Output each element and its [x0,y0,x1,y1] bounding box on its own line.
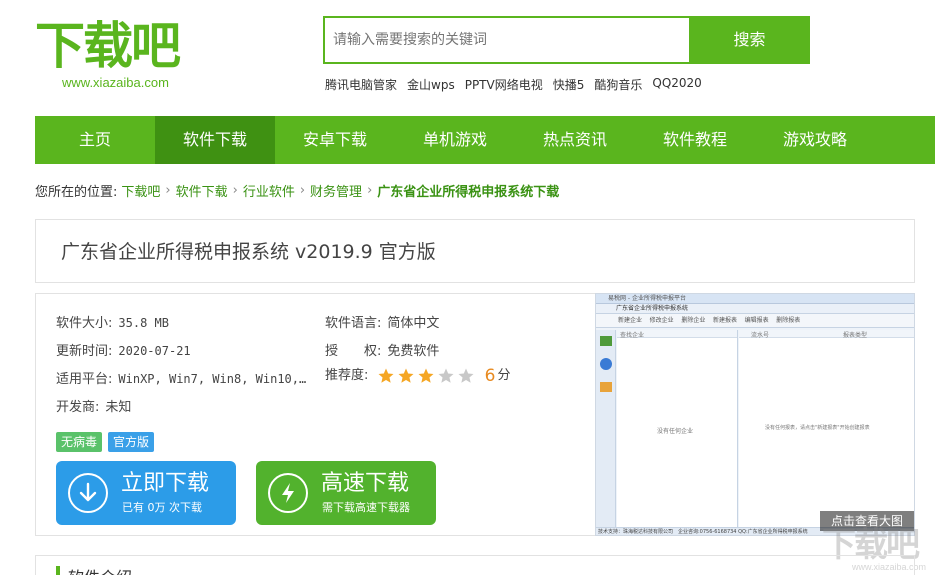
info-language: 软件语言: 简体中文 [325,312,585,331]
software-screenshot[interactable]: 易税网 - 企业所得税申报平台 广东省企业所得税申报系统 新建企业 修改企业 删… [595,293,915,536]
download-now-label: 立即下载 [121,471,210,496]
rating-stars [377,367,475,385]
download-count: 已有 0万 次下载 [122,501,202,514]
screenshot-toolbar-item: 删除企业 [681,317,706,324]
info-value: 免费软件 [387,344,440,359]
hot-link[interactable]: PPTV网络电视 [465,76,543,93]
info-value: 未知 [105,400,132,415]
search-box [323,16,689,64]
breadcrumb-separator: › [232,183,238,198]
nav-item-news[interactable]: 热点资讯 [515,116,635,164]
search-button[interactable]: 搜索 [689,16,810,64]
star-empty-icon [438,368,454,383]
breadcrumb-separator: › [165,183,171,198]
section-accent-bar [56,566,60,575]
screenshot-toolbar-item: 编辑报表 [744,317,769,324]
breadcrumb-link[interactable]: 行业软件 [243,181,295,200]
screenshot-toolbar: 新建企业 修改企业 删除企业 新建报表 编辑报表 删除报表 [596,314,914,328]
info-label: 适用平台: [56,372,113,387]
screenshot-toolbar-item: 修改企业 [649,317,674,324]
star-filled-icon [398,368,414,383]
info-developer: 开发商: 未知 [56,396,316,415]
lightning-icon [268,473,308,513]
info-size: 软件大小: 35.8 MB [56,312,316,331]
hot-link[interactable]: 腾讯电脑管家 [325,76,397,93]
nav-item-android[interactable]: 安卓下载 [275,116,395,164]
software-title-box: 广东省企业所得税申报系统 v2019.9 官方版 [35,219,915,283]
rating-score: 6 [484,366,496,386]
info-updated: 更新时间: 2020-07-21 [56,340,316,359]
info-label: 授 权: [325,344,382,359]
hot-search-links: 腾讯电脑管家 金山wps PPTV网络电视 快播5 酷狗音乐 QQ2020 [325,76,702,93]
nav-item-tutorials[interactable]: 软件教程 [635,116,755,164]
screenshot-toolbar-item: 新建报表 [712,317,737,324]
breadcrumb-current: 广东省企业所得税申报系统下载 [377,185,560,200]
breadcrumb-separator: › [299,183,306,198]
tag-official: 官方版 [108,432,155,452]
screenshot-left-header: 查找企业 [620,332,645,339]
screenshot-toolbar-item: 新建企业 [618,317,643,324]
tag-list: 无病毒 官方版 [56,432,155,452]
info-value: WinXP, Win7, Win8, Win10,… [118,372,307,386]
rating-unit: 分 [497,368,511,383]
tag-virus-free: 无病毒 [56,432,103,452]
screenshot-toolbar-item: 删除报表 [776,317,801,324]
breadcrumb-link[interactable]: 下载吧 [121,181,160,200]
info-platform: 适用平台: WinXP, Win7, Win8, Win10,… [56,368,322,387]
star-filled-icon [378,368,394,383]
screenshot-col-serial: 流水号 [751,332,770,339]
info-value: 简体中文 [387,316,440,331]
info-rating: 推荐度: 6分 [325,365,585,389]
page-title: 广东省企业所得税申报系统 v2019.9 官方版 [61,241,436,263]
screenshot-left-empty: 没有任何企业 [657,428,694,435]
nav-item-home[interactable]: 主页 [35,116,155,164]
fast-download-label: 高速下载 [321,471,410,496]
logo-text-en: www.xiazaiba.com [62,75,169,90]
hot-link[interactable]: QQ2020 [652,76,701,93]
nav-item-software[interactable]: 软件下载 [155,116,275,164]
nav-item-guides[interactable]: 游戏攻略 [755,116,875,164]
screenshot-company-pane: 查找企业 没有任何企业 [617,330,738,528]
screenshot-titlebar: 易税网 - 企业所得税申报平台 [596,294,914,304]
hot-link[interactable]: 快播5 [553,76,585,93]
download-now-button[interactable]: 立即下载 已有 0万 次下载 [56,461,236,525]
info-license: 授 权: 免费软件 [325,340,585,359]
breadcrumb-link[interactable]: 财务管理 [310,181,362,200]
logo-text-cn: 下载吧 [35,17,181,75]
breadcrumb: 您所在的位置: 下载吧 › 软件下载 › 行业软件 › 财务管理 › 广东省企业… [35,181,559,200]
software-intro-section: 软件介绍 [35,555,915,575]
fast-download-sub: 需下载高速下载器 [322,501,410,514]
nav-item-games[interactable]: 单机游戏 [395,116,515,164]
breadcrumb-separator: › [367,183,373,198]
info-value: 2020-07-21 [118,344,191,358]
search-input[interactable] [325,18,689,62]
info-label: 更新时间: [56,344,113,359]
section-title: 软件介绍 [68,564,132,575]
star-filled-icon [418,368,434,383]
breadcrumb-link[interactable]: 软件下载 [176,181,228,200]
screenshot-report-pane: 流水号 报表类型 没有任何报表，请点击"新建报表"开始创建报表 [739,330,914,528]
breadcrumb-label: 您所在的位置: [35,185,118,200]
site-logo[interactable]: 下载吧 www.xiazaiba.com [35,16,205,92]
screenshot-sidebar [596,330,616,530]
download-arrow-icon [68,473,108,513]
info-label: 软件语言: [325,316,382,331]
info-label: 开发商: [56,400,100,415]
screenshot-right-empty: 没有任何报表，请点击"新建报表"开始创建报表 [765,425,870,431]
info-label: 软件大小: [56,316,113,331]
screenshot-col-type: 报表类型 [843,332,868,339]
star-empty-icon [458,368,474,383]
info-value: 35.8 MB [118,316,169,330]
screenshot-tab: 广东省企业所得税申报系统 [596,304,914,314]
hot-link[interactable]: 金山wps [407,76,455,93]
info-label: 推荐度: [325,368,369,383]
hot-link[interactable]: 酷狗音乐 [594,76,642,93]
fast-download-button[interactable]: 高速下载 需下载高速下载器 [256,461,436,525]
main-nav: 主页 软件下载 安卓下载 单机游戏 热点资讯 软件教程 游戏攻略 [35,116,935,164]
